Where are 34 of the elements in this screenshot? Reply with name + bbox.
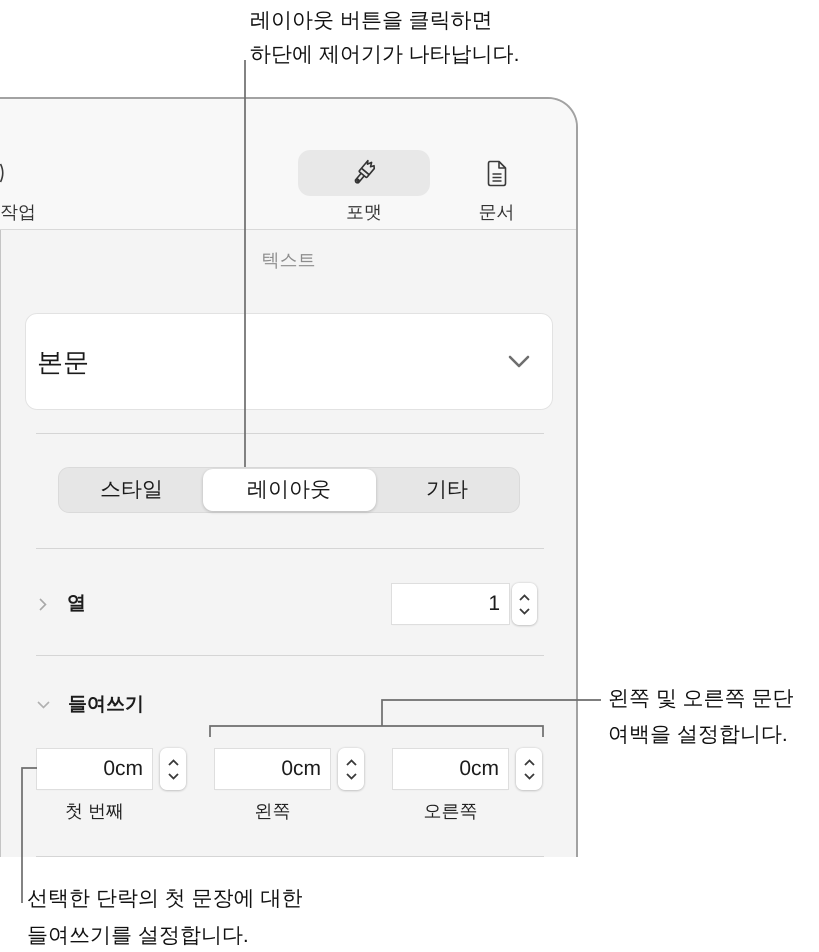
segment-tab[interactable]: 스타일 [60, 469, 202, 511]
chevron-up-icon[interactable] [346, 758, 356, 766]
chevron-down-icon[interactable] [346, 772, 356, 780]
field-label: 왼쪽 [254, 800, 290, 823]
number-field[interactable]: 1 [392, 584, 509, 624]
chevron-down-icon [508, 355, 530, 368]
document-icon [486, 160, 506, 186]
chevron-up-icon[interactable] [524, 758, 534, 766]
chevron-down-icon[interactable] [168, 772, 178, 780]
chevron-up-icon[interactable] [168, 758, 178, 766]
arc-icon[interactable] [0, 163, 5, 183]
stepper[interactable] [512, 583, 537, 625]
number-field[interactable]: 0cm [215, 749, 330, 789]
stepper[interactable] [516, 748, 542, 790]
section-title: 텍스트 [262, 249, 316, 272]
callout-text: 선택한 단락의 첫 문장에 대한 들여쓰기를 설정합니다. [27, 886, 302, 949]
chevron-down-icon[interactable] [524, 772, 534, 780]
number-field[interactable]: 0cm [393, 749, 508, 789]
chevron-down-icon[interactable] [519, 608, 530, 614]
number-field[interactable]: 0cm [37, 749, 152, 789]
field-label: 오른쪽 [424, 800, 478, 823]
segment-tab[interactable]: 레이아웃 [202, 469, 376, 511]
toolbar-button[interactable]: 문서 [476, 150, 516, 224]
row-label: 들여쓰기 [68, 693, 144, 717]
callout-text: 레이아웃 버튼을 클릭하면 하단에 제어기가 나타납니다. [250, 8, 520, 68]
style-dropdown[interactable]: 본문 [25, 313, 553, 410]
chevron-up-icon[interactable] [519, 594, 530, 600]
callout-text: 왼쪽 및 오른쪽 문단 여백을 설정합니다. [608, 686, 794, 748]
stepper[interactable] [160, 748, 186, 790]
row-label: 열 [67, 592, 86, 616]
stepper[interactable] [338, 748, 364, 790]
field-label: 첫 번째 [64, 800, 124, 823]
segment-tab[interactable]: 기타 [376, 469, 518, 511]
toolbar-button[interactable]: 작업 [0, 150, 36, 224]
